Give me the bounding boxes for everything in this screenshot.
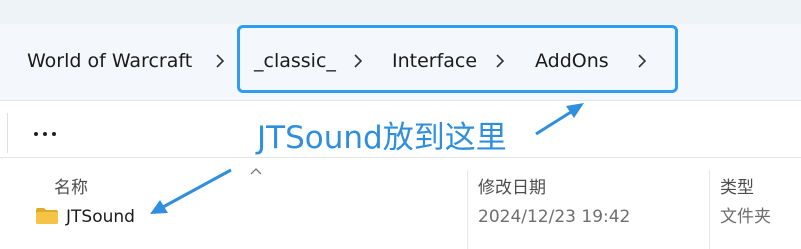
column-header-type[interactable]: 类型: [720, 178, 754, 198]
title-strip: [0, 0, 801, 24]
toolbar-divider: [7, 113, 8, 153]
column-header-date[interactable]: 修改日期: [478, 178, 546, 198]
more-options-button[interactable]: [32, 122, 62, 142]
annotation-text: JTSound放到这里: [257, 120, 507, 156]
annotation-highlight-box: [237, 25, 678, 93]
more-icon: [52, 132, 56, 136]
file-type: 文件夹: [720, 207, 771, 227]
column-divider[interactable]: [709, 170, 710, 249]
breadcrumb-item-world-of-warcraft[interactable]: World of Warcraft: [27, 49, 192, 73]
column-header-name[interactable]: 名称: [54, 178, 88, 198]
file-name[interactable]: JTSound: [66, 206, 135, 228]
column-divider[interactable]: [467, 170, 468, 249]
more-icon: [34, 132, 38, 136]
more-icon: [43, 132, 47, 136]
arrow-to-folder: [150, 168, 232, 214]
folder-icon: [36, 208, 58, 224]
sort-up-icon[interactable]: [249, 166, 263, 176]
chevron-right-icon[interactable]: [214, 52, 226, 70]
file-date: 2024/12/23 19:42: [478, 207, 631, 227]
